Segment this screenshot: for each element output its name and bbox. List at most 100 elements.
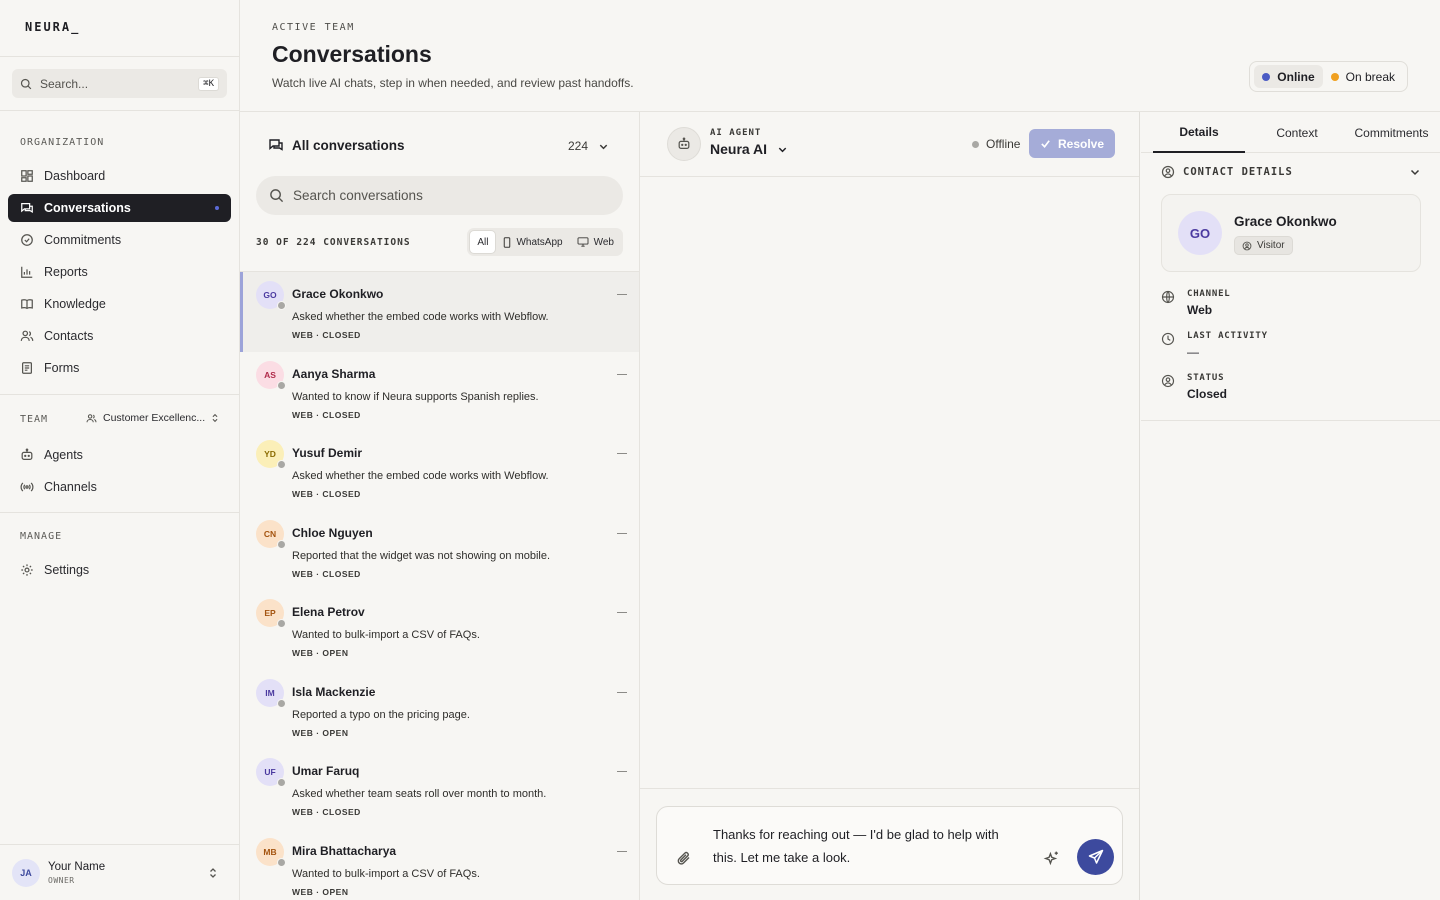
presence-dot: [972, 140, 979, 148]
contact-details-header[interactable]: CONTACT DETAILS: [1161, 165, 1421, 179]
agent-selector[interactable]: Neura AI: [710, 141, 788, 157]
conversation-item[interactable]: GO Grace Okonkwo Asked whether the embed c…: [240, 272, 639, 352]
chevron-down-icon: [778, 147, 787, 152]
field-value: Closed: [1187, 387, 1228, 401]
search-placeholder: Search...: [40, 76, 89, 91]
robot-icon: [678, 137, 690, 149]
contact-name: Mira Bhattacharya: [292, 843, 397, 858]
filter-label: All: [477, 236, 489, 248]
sparkle-icon[interactable]: [1043, 850, 1060, 867]
conversation-meta: WEB · CLOSED: [292, 409, 361, 420]
field-value: Web: [1187, 303, 1213, 317]
send-button[interactable]: [1077, 839, 1114, 875]
send-icon: [1088, 849, 1103, 864]
filter-whatsapp[interactable]: WhatsApp: [496, 230, 569, 254]
nav-commitments[interactable]: Commitments: [8, 226, 231, 254]
filter-web[interactable]: Web: [570, 230, 621, 254]
nav-label: Dashboard: [44, 169, 106, 183]
filter-all[interactable]: All: [469, 230, 497, 254]
monitor-icon: [577, 237, 589, 247]
nav-forms[interactable]: Forms: [8, 354, 231, 382]
chevron-down-icon: [599, 144, 608, 149]
resolve-button[interactable]: Resolve: [1029, 129, 1115, 158]
field-label: STATUS: [1187, 373, 1225, 383]
check-circle-icon: [21, 234, 33, 246]
sidebar-search[interactable]: Search... ⌘K: [12, 69, 227, 98]
conversation-item[interactable]: EP Elena Petrov Wanted to bulk-import a CS…: [240, 590, 639, 670]
conversation-item[interactable]: AS Aanya Sharma Wanted to know if Neura su…: [240, 352, 639, 432]
filter-row: 30 OF 224 CONVERSATIONS All WhatsApp Web: [256, 228, 623, 256]
page-header: ACTIVE TEAM Conversations Watch live AI …: [240, 0, 1440, 112]
conversation-filter-dropdown[interactable]: 224: [568, 139, 609, 153]
filter-label: WhatsApp: [516, 236, 563, 248]
presence-dot: [277, 539, 286, 549]
message-preview: Asked whether the embed code works with …: [292, 470, 549, 482]
nav-label: Channels: [44, 480, 97, 494]
tab-commitments[interactable]: Commitments: [1343, 112, 1440, 153]
field-label: CHANNEL: [1187, 289, 1231, 299]
tab-context[interactable]: Context: [1251, 112, 1343, 153]
contact-name: Grace Okonkwo: [292, 287, 384, 301]
avatar: GO: [256, 281, 286, 310]
field-channel: CHANNEL Web: [1161, 289, 1231, 317]
conversation-item[interactable]: YD Yusuf Demir Asked whether the embed cod…: [240, 431, 639, 511]
nav-settings[interactable]: Settings: [8, 556, 231, 584]
user-circle-icon: [1161, 165, 1175, 179]
phone-icon: [504, 236, 511, 248]
gear-icon: [21, 564, 33, 576]
conversation-item[interactable]: MB Mira Bhattacharya Wanted to bulk-import…: [240, 829, 639, 900]
users-icon: [86, 413, 97, 422]
avatar: YD: [256, 440, 286, 469]
avatar-initials: IM: [265, 687, 275, 698]
chat-icon: [269, 139, 283, 151]
status-onbreak-option[interactable]: On break: [1323, 65, 1403, 88]
nav-label: Conversations: [44, 201, 131, 215]
avatar: AS: [256, 360, 286, 390]
channel-filter-tabs: All WhatsApp Web: [467, 228, 623, 256]
tab-details[interactable]: Details: [1153, 112, 1245, 153]
section-label-organization: ORGANIZATION: [20, 137, 105, 148]
avatar-initials: UF: [264, 767, 276, 777]
nav-conversations[interactable]: Conversations: [8, 194, 231, 222]
nav-label: Settings: [44, 563, 90, 577]
message-input[interactable]: Thanks for reaching out — I'd be glad to…: [656, 806, 1123, 885]
field-label: LAST ACTIVITY: [1187, 331, 1268, 341]
nav-contacts[interactable]: Contacts: [8, 322, 231, 350]
conversation-item[interactable]: UF Umar Faruq Asked whether team seats rol…: [240, 749, 639, 829]
chevron-updown-icon: [210, 867, 216, 878]
team-name: Customer Excellenc...: [103, 412, 206, 424]
resolve-label: Resolve: [1057, 136, 1105, 151]
message-composer: Thanks for reaching out — I'd be glad to…: [640, 788, 1139, 900]
avatar-initials: MB: [263, 846, 277, 857]
search-icon: [20, 78, 32, 89]
nav-agents[interactable]: Agents: [8, 441, 231, 469]
message-preview: Reported a typo on the pricing page.: [292, 708, 470, 721]
conversation-item[interactable]: CN Chloe Nguyen Reported that the widget w…: [240, 511, 639, 591]
avatar: JA: [12, 858, 40, 887]
avatar: GO: [1178, 211, 1222, 255]
divider: [0, 110, 239, 111]
section-label-team: TEAM: [20, 414, 49, 425]
avatar-initials: GO: [263, 290, 277, 300]
conversation-search-input[interactable]: Search conversations: [256, 176, 623, 215]
app-logo[interactable]: NEURA_: [0, 0, 239, 57]
paperclip-icon[interactable]: [676, 850, 692, 866]
nav-label: Knowledge: [44, 297, 106, 311]
status-online-option[interactable]: Online: [1254, 65, 1323, 88]
bar-chart-icon: [21, 266, 33, 278]
nav-reports[interactable]: Reports: [8, 258, 231, 286]
conversation-item[interactable]: IM Isla Mackenzie Reported a typo on the p…: [240, 670, 639, 750]
nav-dashboard[interactable]: Dashboard: [8, 162, 231, 190]
presence-dot: [277, 460, 286, 469]
contact-name: Chloe Nguyen: [292, 525, 373, 540]
results-count-label: 30 OF 224 CONVERSATIONS: [256, 236, 411, 248]
team-selector[interactable]: Customer Excellenc...: [86, 412, 219, 424]
avatar: EP: [256, 599, 286, 628]
nav-channels[interactable]: Channels: [8, 473, 231, 501]
agent-label: AI AGENT: [710, 128, 762, 138]
agent-name: Neura AI: [710, 141, 768, 157]
divider: [0, 512, 239, 513]
conversation-meta: WEB · OPEN: [292, 648, 349, 658]
user-menu[interactable]: JA Your Name OWNER: [0, 844, 239, 900]
nav-knowledge[interactable]: Knowledge: [8, 290, 231, 318]
